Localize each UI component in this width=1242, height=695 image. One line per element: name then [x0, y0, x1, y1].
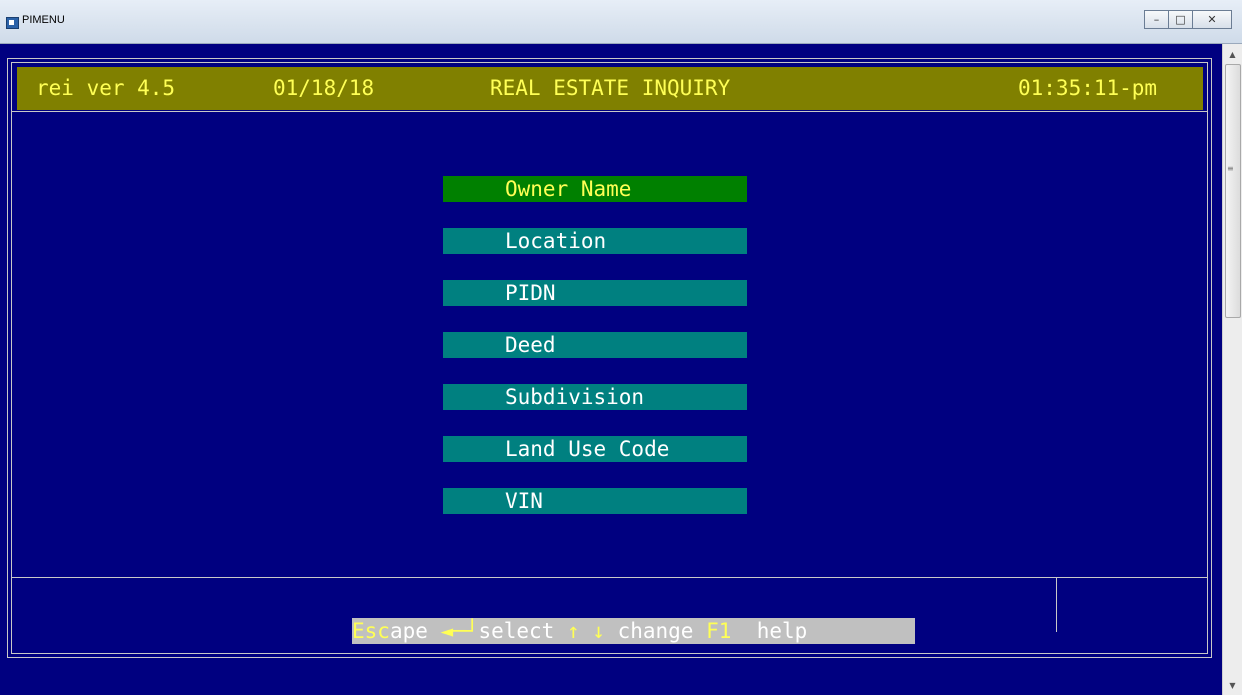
current-time: 01:35:11-pm	[1018, 76, 1158, 100]
footer-vertical-divider	[1056, 578, 1057, 632]
menu-item-land-use-code[interactable]: Land Use Code	[443, 436, 747, 462]
vertical-scrollbar[interactable]: ▲ ≡ ▼	[1222, 44, 1242, 695]
select-label: select	[478, 619, 555, 643]
screen-title: REAL ESTATE INQUIRY	[490, 76, 731, 100]
menu-item-owner-name[interactable]: Owner Name	[443, 176, 747, 202]
minimize-button[interactable]: –	[1144, 10, 1169, 29]
escape-key-hint[interactable]: Escape	[352, 618, 428, 644]
window-title: PIMENU	[22, 14, 65, 26]
menu-item-location[interactable]: Location	[443, 228, 747, 254]
f1-key-hint[interactable]: F1 help	[706, 618, 807, 644]
maximize-button[interactable]: □	[1168, 10, 1193, 29]
enter-key-hint[interactable]: ◄─┘select	[441, 618, 555, 644]
window-titlebar[interactable]: PIMENU – □ ✕	[0, 0, 1242, 44]
header-divider	[12, 111, 1207, 112]
close-button[interactable]: ✕	[1192, 10, 1232, 29]
chevron-down-icon[interactable]: ▼	[1223, 677, 1242, 693]
window-controls: – □ ✕	[1144, 10, 1232, 29]
key-help-bar: Escape ◄─┘select ↑ ↓ change F1 help	[352, 618, 915, 644]
arrow-keys-icon: ↑ ↓	[566, 619, 605, 643]
current-date: 01/18/18	[273, 76, 375, 100]
program-version: rei ver 4.5	[36, 76, 176, 100]
help-label: help	[756, 619, 808, 643]
window-app-icon	[6, 17, 19, 29]
menu-item-vin[interactable]: VIN	[443, 488, 747, 514]
header-bar: rei ver 4.5 01/18/18 REAL ESTATE INQUIRY…	[17, 67, 1203, 110]
arrow-keys-hint[interactable]: ↑ ↓ change	[567, 618, 693, 644]
change-label: change	[617, 619, 694, 643]
enter-key-icon: ◄─┘	[440, 619, 479, 643]
escape-key-rest: ape	[389, 619, 428, 643]
menu-item-subdivision[interactable]: Subdivision	[443, 384, 747, 410]
escape-key: Esc	[352, 619, 390, 643]
scrollbar-thumb[interactable]	[1225, 64, 1241, 318]
frame-inner-border	[11, 62, 1208, 654]
menu-item-pidn[interactable]: PIDN	[443, 280, 747, 306]
footer-divider	[12, 577, 1207, 578]
menu-item-deed[interactable]: Deed	[443, 332, 747, 358]
f1-key: F1	[706, 619, 732, 643]
chevron-up-icon[interactable]: ▲	[1223, 46, 1242, 62]
grip-icon: ≡	[1227, 164, 1234, 173]
